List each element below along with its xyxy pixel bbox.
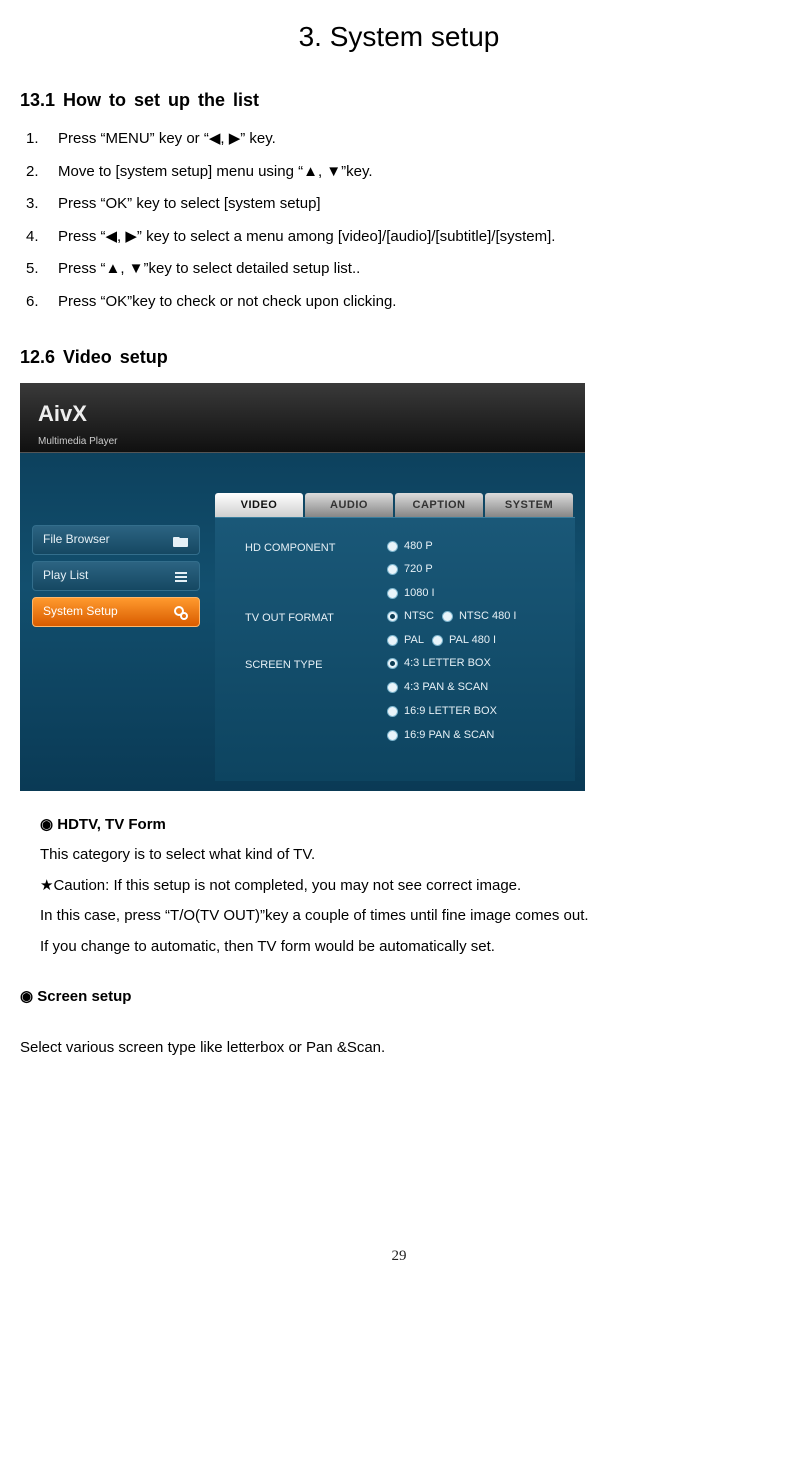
folder-icon <box>173 533 189 547</box>
radio-label: 16:9 LETTER BOX <box>404 701 497 722</box>
hdtv-form-heading: ◉ HDTV, TV Form <box>40 811 778 840</box>
radio-label: 1080 I <box>404 583 435 604</box>
radio-169-panscan[interactable]: 16:9 PAN & SCAN <box>387 725 557 746</box>
step-item: Move to [system setup] menu using “▲, ▼”… <box>58 158 778 187</box>
steps-list: Press “MENU” key or “◀, ▶” key. Move to … <box>20 125 778 316</box>
radio-label: NTSC <box>404 606 434 627</box>
body-paragraph: This category is to select what kind of … <box>40 841 778 870</box>
group-label-tv-out: TV OUT FORMAT <box>245 606 383 651</box>
sidebar-item-label: System Setup <box>43 600 118 623</box>
list-icon <box>173 569 189 583</box>
radio-label: PAL <box>404 630 424 651</box>
group-label-hd-component: HD COMPONENT <box>245 536 383 605</box>
radio-480p[interactable]: 480 P <box>387 536 557 557</box>
sidebar-item-play-list[interactable]: Play List <box>32 561 200 591</box>
radio-label: 480 P <box>404 536 433 557</box>
radio-label: PAL 480 I <box>449 630 496 651</box>
radio-dot-icon <box>442 611 453 622</box>
radio-label: 4:3 LETTER BOX <box>404 653 491 674</box>
page-number: 29 <box>20 1242 778 1271</box>
body-paragraph: If you change to automatic, then TV form… <box>40 933 778 962</box>
sidebar-item-system-setup[interactable]: System Setup <box>32 597 200 627</box>
logo-subtitle: Multimedia Player <box>38 432 567 451</box>
radio-1080i[interactable]: 1080 I <box>387 583 557 604</box>
radio-dot-icon <box>387 611 398 622</box>
sidebar-item-label: File Browser <box>43 528 110 551</box>
radio-label: NTSC 480 I <box>459 606 516 627</box>
radio-dot-icon <box>387 730 398 741</box>
body-paragraph: Select various screen type like letterbo… <box>20 1034 778 1063</box>
step-item: Press “OK” key to select [system setup] <box>58 190 778 219</box>
section-heading-12-6: 12.6 Video setup <box>20 340 778 374</box>
settings-panel: HD COMPONENT 480 P 720 P 1080 I TV OUT F… <box>215 517 575 781</box>
step-item: Press “MENU” key or “◀, ▶” key. <box>58 125 778 154</box>
chapter-title: 3. System setup <box>20 10 778 63</box>
radio-dot-icon <box>387 564 398 575</box>
radio-720p[interactable]: 720 P <box>387 559 557 580</box>
gear-icon <box>173 605 189 619</box>
radio-label: 16:9 PAN & SCAN <box>404 725 494 746</box>
step-item: Press “▲, ▼”key to select detailed setup… <box>58 255 778 284</box>
step-item: Press “OK”key to check or not check upon… <box>58 288 778 317</box>
radio-pal-480i[interactable]: PAL 480 I <box>432 630 496 651</box>
radio-43-letterbox[interactable]: 4:3 LETTER BOX <box>387 653 557 674</box>
radio-pal[interactable]: PAL <box>387 630 424 651</box>
radio-dot-icon <box>387 588 398 599</box>
video-setup-screenshot: AivX Multimedia Player VIDEO AUDIO CAPTI… <box>20 383 585 791</box>
radio-dot-icon <box>387 682 398 693</box>
tab-audio[interactable]: AUDIO <box>305 493 393 517</box>
radio-dot-icon <box>387 658 398 669</box>
body-paragraph: ★Caution: If this setup is not completed… <box>40 872 778 901</box>
radio-ntsc[interactable]: NTSC <box>387 606 434 627</box>
radio-dot-icon <box>387 635 398 646</box>
screen-setup-heading: ◉ Screen setup <box>20 983 778 1012</box>
radio-43-panscan[interactable]: 4:3 PAN & SCAN <box>387 677 557 698</box>
tab-bar: VIDEO AUDIO CAPTION SYSTEM <box>215 493 575 517</box>
tab-caption[interactable]: CAPTION <box>395 493 483 517</box>
group-label-screen-type: SCREEN TYPE <box>245 653 383 746</box>
radio-dot-icon <box>387 541 398 552</box>
logo-text: AivX <box>38 393 567 435</box>
radio-dot-icon <box>432 635 443 646</box>
shot-header: AivX Multimedia Player <box>20 383 585 453</box>
step-item: Press “◀, ▶” key to select a menu among … <box>58 223 778 252</box>
radio-label: 720 P <box>404 559 433 580</box>
sidebar-item-file-browser[interactable]: File Browser <box>32 525 200 555</box>
sidebar-item-label: Play List <box>43 564 88 587</box>
tab-video[interactable]: VIDEO <box>215 493 303 517</box>
radio-169-letterbox[interactable]: 16:9 LETTER BOX <box>387 701 557 722</box>
section-heading-13-1: 13.1 How to set up the list <box>20 83 778 117</box>
body-paragraph: In this case, press “T/O(TV OUT)”key a c… <box>40 902 778 931</box>
radio-ntsc-480i[interactable]: NTSC 480 I <box>442 606 516 627</box>
radio-dot-icon <box>387 706 398 717</box>
tab-system[interactable]: SYSTEM <box>485 493 573 517</box>
radio-label: 4:3 PAN & SCAN <box>404 677 488 698</box>
side-menu: File Browser Play List System Setup <box>32 525 200 633</box>
